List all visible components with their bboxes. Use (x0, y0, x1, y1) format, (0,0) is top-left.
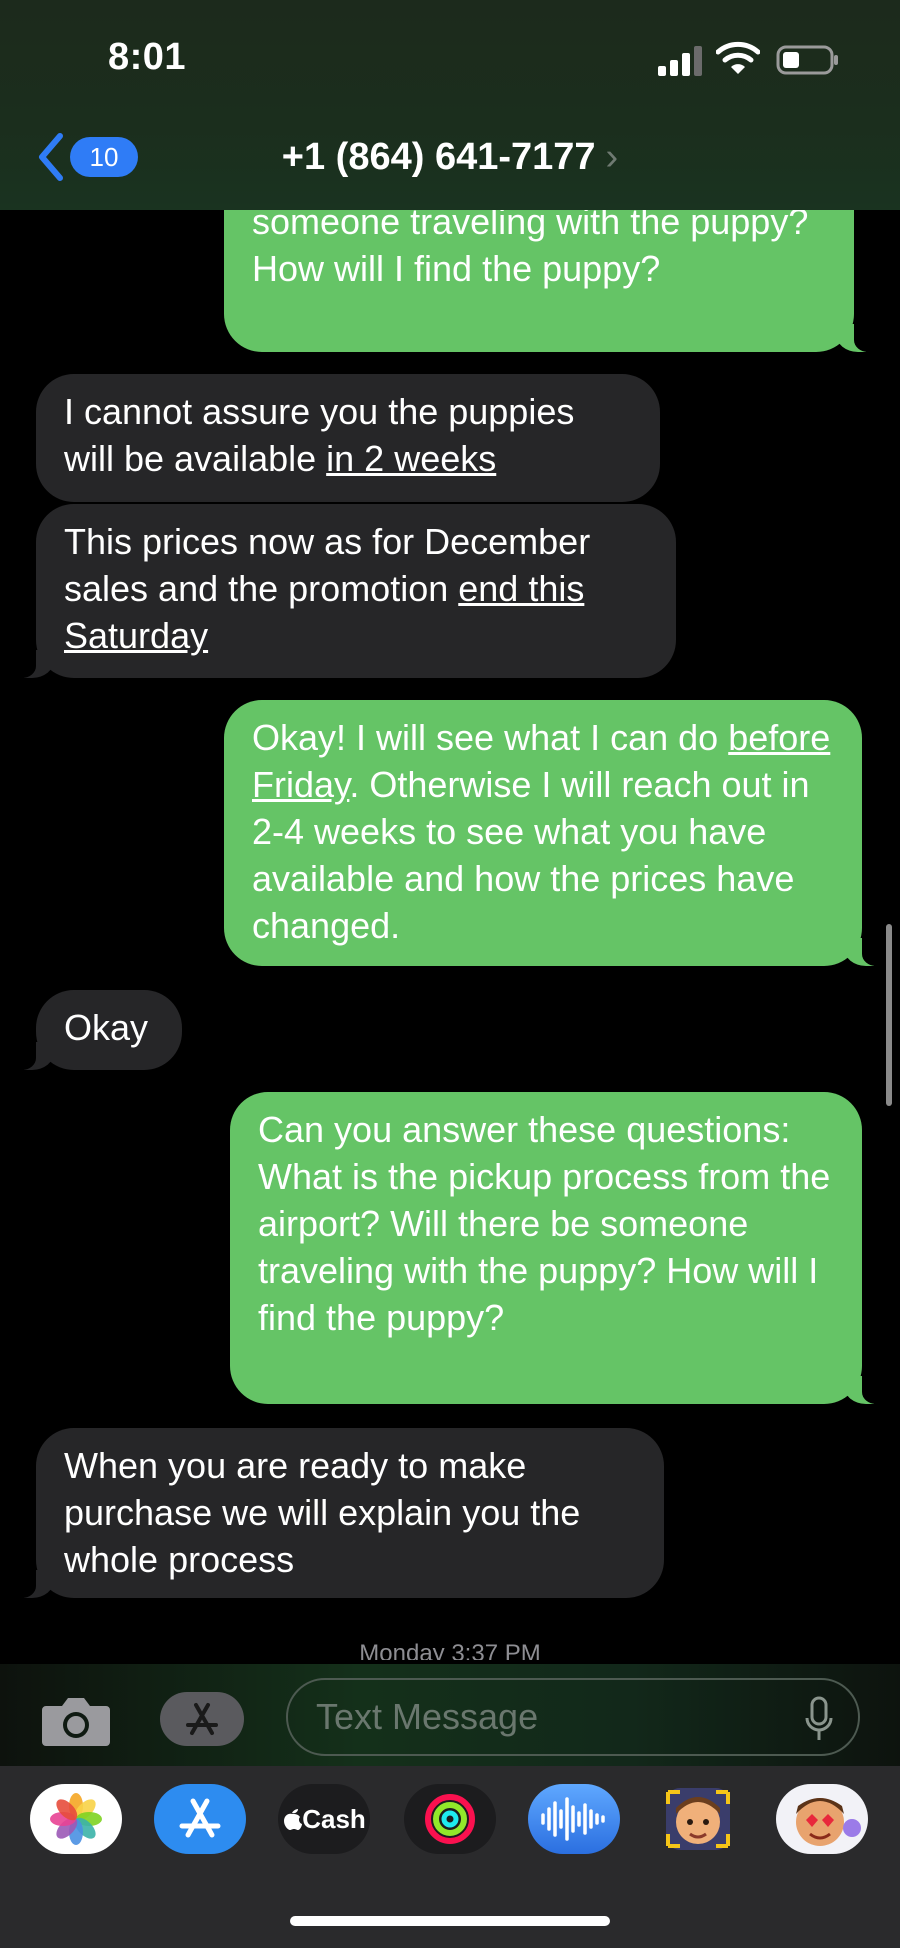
app-store-icon (186, 1703, 218, 1735)
app-store-app[interactable] (154, 1784, 246, 1854)
audio-message-app[interactable] (528, 1784, 620, 1854)
contact-number: +1 (864) 641-7177 (281, 136, 596, 178)
app-drawer: Cash (0, 1766, 900, 1948)
detected-data-link[interactable]: in 2 weeks (326, 438, 496, 479)
message-bubble-incoming[interactable]: When you are ready to make purchase we w… (14, 1428, 664, 1598)
message-bubble-incoming[interactable]: This prices now as for December sales an… (14, 504, 676, 678)
apple-cash-label: Cash (302, 1803, 366, 1834)
apple-logo-icon (284, 1809, 303, 1830)
contact-title[interactable]: +1 (864) 641-7177 › (0, 136, 900, 179)
message-bubble-incoming[interactable]: Okay (14, 990, 182, 1070)
scrollbar[interactable] (886, 924, 892, 1106)
message-thread[interactable]: someone traveling with the puppy? How wi… (0, 0, 900, 1660)
home-indicator[interactable] (290, 1916, 610, 1926)
app-store-button[interactable] (160, 1692, 244, 1746)
microphone-icon[interactable] (804, 1696, 834, 1744)
waveform-icon (541, 1797, 605, 1841)
message-text: someone traveling with the puppy? How wi… (252, 201, 809, 289)
memoji-stickers-icon (796, 1798, 861, 1846)
app-store-icon (179, 1798, 221, 1838)
memoji-icon (666, 1788, 730, 1850)
message-text: I cannot assure you the puppies will be … (64, 391, 575, 479)
status-time: 8:01 (108, 36, 187, 78)
activity-rings-icon (425, 1794, 475, 1844)
message-bubble-outgoing[interactable]: Can you answer these questions: What is … (230, 1092, 884, 1404)
photos-app[interactable] (30, 1784, 122, 1854)
message-timestamp: Monday 3:37 PM (359, 1640, 541, 1660)
message-bubble-outgoing[interactable]: someone traveling with the puppy? How wi… (224, 196, 876, 352)
chevron-right-icon: › (605, 136, 619, 178)
memoji-app[interactable] (652, 1784, 744, 1854)
message-text: Okay! I will see what I can do (252, 717, 729, 758)
message-text: Okay (64, 1007, 149, 1048)
battery-icon (776, 45, 838, 75)
wifi-icon (716, 41, 760, 74)
camera-icon[interactable] (40, 1692, 112, 1748)
message-bubble-incoming[interactable]: I cannot assure you the puppies will be … (36, 374, 660, 502)
message-input[interactable] (286, 1678, 860, 1756)
message-bubble-outgoing[interactable]: Okay! I will see what I can do before Fr… (224, 700, 884, 966)
photos-icon (50, 1793, 102, 1845)
fitness-app[interactable] (404, 1784, 496, 1854)
memoji-stickers-app[interactable] (776, 1784, 868, 1854)
message-composer (0, 1664, 900, 1766)
message-text: Can you answer these questions: What is … (258, 1109, 831, 1338)
message-text: When you are ready to make purchase we w… (64, 1445, 581, 1580)
conversation-header: 8:01 10 +1 (864) 641-7177 › (0, 0, 900, 210)
cellular-signal-icon (658, 46, 702, 76)
apple-cash-app[interactable]: Cash (278, 1784, 370, 1854)
